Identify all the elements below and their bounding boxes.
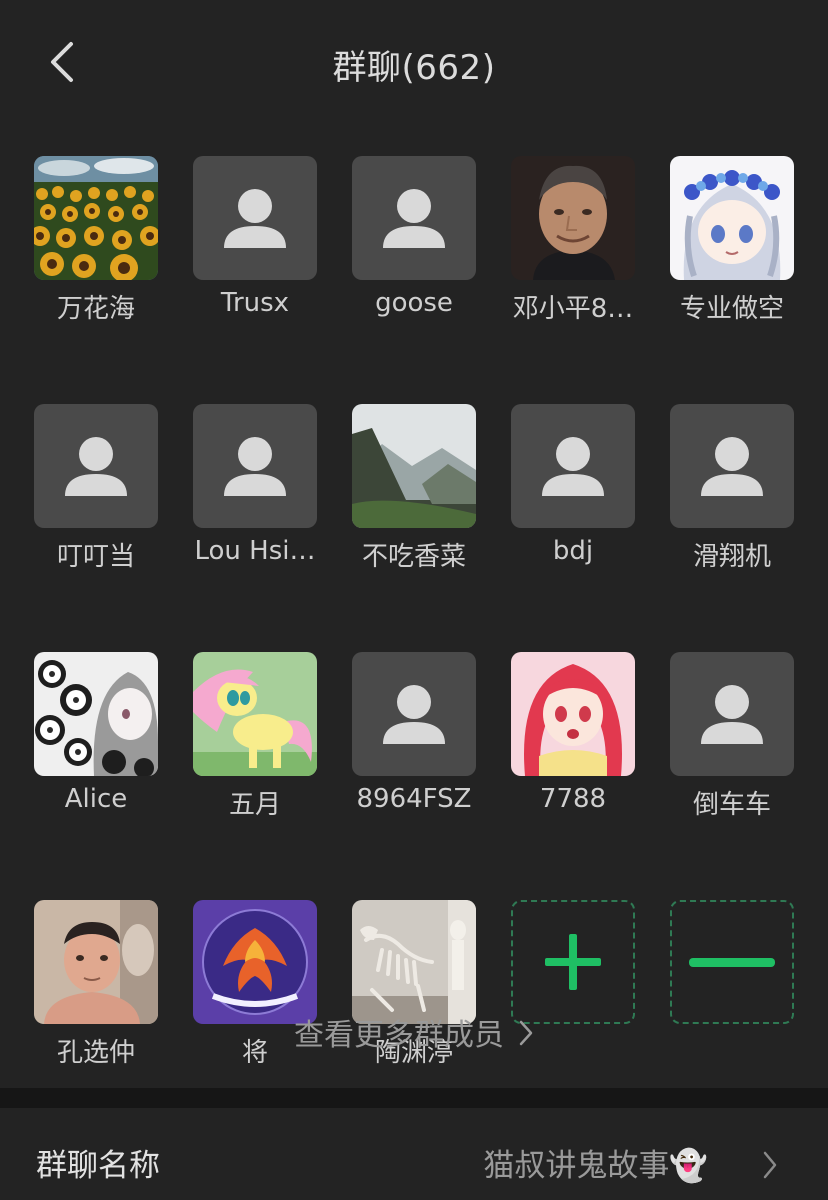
avatar	[34, 156, 158, 280]
member-name: 邓小平8…	[512, 294, 634, 324]
member-name: Lou Hsi…	[194, 536, 316, 566]
default-person-icon	[224, 437, 286, 496]
group-name-label: 群聊名称	[36, 1148, 160, 1184]
chevron-right-icon	[762, 1150, 778, 1184]
avatar	[511, 156, 635, 280]
member-item[interactable]: 倒车车	[670, 652, 794, 821]
avatar	[193, 652, 317, 776]
avatar	[352, 404, 476, 528]
man-selfie-avatar	[34, 900, 158, 1024]
member-name: Alice	[64, 784, 128, 814]
dinosaur-skeleton-avatar	[352, 900, 476, 1024]
member-name: 8964FSZ	[356, 784, 472, 814]
group-members-page: 群聊(662) 万花海 Trusx goose 邓小平8… 专业做空 叮叮当 L…	[0, 0, 828, 1200]
group-name-value: 猫叔讲鬼故事👻	[483, 1148, 708, 1184]
avatar	[670, 652, 794, 776]
avatar	[352, 900, 476, 1024]
member-item[interactable]: Lou Hsi…	[193, 404, 317, 573]
avatar	[34, 652, 158, 776]
plus-icon	[545, 934, 601, 990]
avatar	[34, 900, 158, 1024]
member-item[interactable]: 不吃香菜	[352, 404, 476, 573]
monochrome-anime-girl-avatar	[34, 652, 158, 776]
member-item[interactable]: 专业做空	[670, 156, 794, 325]
member-name: 万花海	[56, 294, 135, 324]
avatar	[670, 156, 794, 280]
default-person-icon	[383, 189, 445, 248]
sunflower-field-avatar	[34, 156, 158, 280]
phoenix-emblem-avatar	[193, 900, 317, 1024]
avatar	[193, 156, 317, 280]
avatar	[670, 404, 794, 528]
member-name: 叮叮当	[56, 542, 135, 572]
member-item[interactable]: 叮叮当	[34, 404, 158, 573]
member-name: 倒车车	[692, 790, 771, 820]
avatar	[193, 900, 317, 1024]
view-more-members-label: 查看更多群成员	[294, 1018, 504, 1053]
add-member-box[interactable]	[511, 900, 635, 1024]
default-person-icon	[542, 437, 604, 496]
member-item[interactable]: 滑翔机	[670, 404, 794, 573]
member-name: bdj	[552, 536, 594, 566]
member-name: 不吃香菜	[361, 542, 466, 572]
view-more-members-link[interactable]: 查看更多群成员	[0, 1010, 828, 1055]
member-name: 7788	[539, 784, 607, 814]
anime-girl-flower-crown-avatar	[670, 156, 794, 280]
section-divider	[0, 1088, 828, 1108]
member-name: goose	[375, 288, 453, 318]
avatar	[511, 404, 635, 528]
member-item[interactable]: goose	[352, 156, 476, 325]
member-name: 五月	[228, 790, 281, 820]
member-item[interactable]: Alice	[34, 652, 158, 821]
chevron-right-icon	[518, 1019, 534, 1055]
member-name: 专业做空	[679, 294, 784, 324]
member-name: Trusx	[220, 288, 290, 318]
member-name: 滑翔机	[692, 542, 771, 572]
header: 群聊(662)	[0, 0, 828, 130]
avatar	[511, 652, 635, 776]
remove-member-box[interactable]	[670, 900, 794, 1024]
avatar	[352, 652, 476, 776]
member-grid: 万花海 Trusx goose 邓小平8… 专业做空 叮叮当 Lou Hsi… …	[34, 156, 794, 1069]
member-item[interactable]: 万花海	[34, 156, 158, 325]
avatar	[193, 404, 317, 528]
member-item[interactable]: Trusx	[193, 156, 317, 325]
red-hair-anime-girl-avatar	[511, 652, 635, 776]
member-item[interactable]: 五月	[193, 652, 317, 821]
default-person-icon	[65, 437, 127, 496]
member-item[interactable]: 邓小平8…	[511, 156, 635, 325]
avatar	[34, 404, 158, 528]
default-person-icon	[701, 685, 763, 744]
member-item[interactable]: 7788	[511, 652, 635, 821]
misty-mountains-avatar	[352, 404, 476, 528]
avatar	[352, 156, 476, 280]
yellow-pony-cartoon-avatar	[193, 652, 317, 776]
default-person-icon	[224, 189, 286, 248]
member-item[interactable]: 8964FSZ	[352, 652, 476, 821]
minus-icon	[689, 958, 775, 967]
member-item[interactable]: bdj	[511, 404, 635, 573]
page-title: 群聊(662)	[332, 48, 496, 88]
elderly-man-portrait-avatar	[511, 156, 635, 280]
default-person-icon	[701, 437, 763, 496]
default-person-icon	[383, 685, 445, 744]
